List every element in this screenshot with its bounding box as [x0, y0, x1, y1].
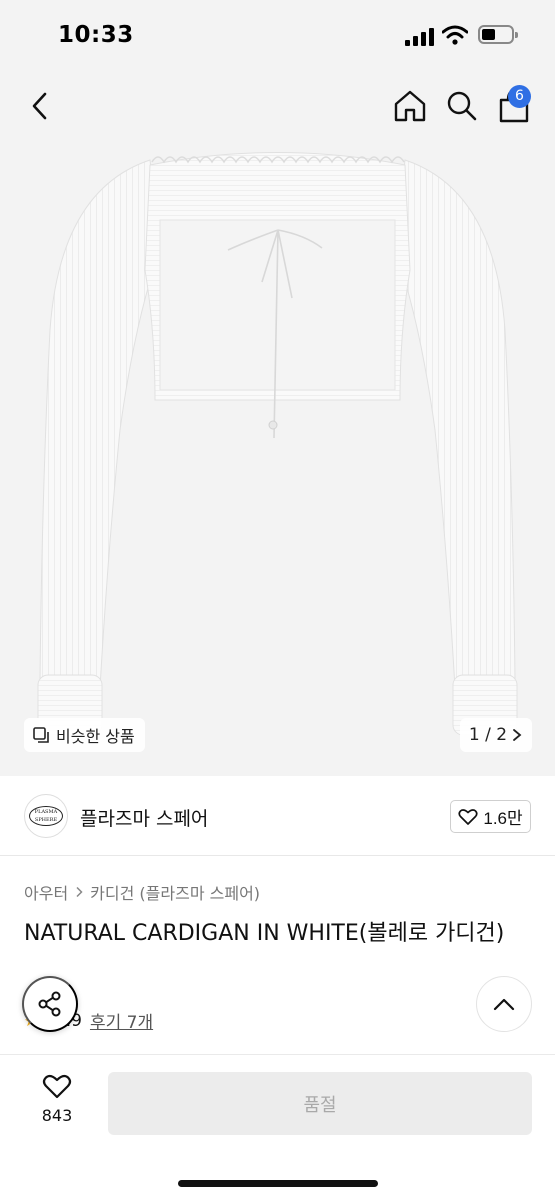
product-image-gallery[interactable] — [0, 70, 555, 776]
brand-name[interactable]: 플라즈마 스페어 — [80, 804, 208, 831]
bottom-action-bar: 843 품절 — [0, 1054, 555, 1200]
scroll-to-top-button[interactable] — [476, 976, 532, 1032]
wishlist-button[interactable]: 843 — [30, 1073, 84, 1135]
share-icon — [38, 991, 61, 1017]
search-button[interactable] — [442, 86, 482, 126]
similar-products-label: 비슷한 상품 — [56, 727, 135, 746]
battery-icon — [478, 25, 518, 44]
brand-row[interactable]: PLASMA SPHERE 플라즈마 스페어 1.6만 — [0, 776, 555, 856]
brand-logo[interactable]: PLASMA SPHERE — [24, 794, 68, 838]
brand-logo-text-top: PLASMA — [34, 809, 58, 815]
product-title: NATURAL CARDIGAN IN WHITE(볼레로 가디건) — [24, 921, 505, 946]
sold-out-button[interactable]: 품절 — [108, 1072, 532, 1135]
top-navigation — [0, 70, 555, 140]
home-indicator — [178, 1180, 378, 1187]
similar-products-button[interactable]: 비슷한 상품 — [24, 718, 145, 752]
brand-logo-text-bottom: SPHERE — [34, 817, 58, 823]
wishlist-count: 843 — [41, 1106, 73, 1125]
brand-like-count: 1.6만 — [483, 809, 523, 828]
chevron-right-icon — [76, 886, 83, 898]
cart-count-badge: 6 — [508, 85, 531, 108]
page-indicator-text: 1 / 2 — [468, 725, 508, 745]
cellular-signal-icon — [405, 28, 435, 46]
breadcrumb-item-cardigan[interactable]: 카디건 (플라즈마 스페어) — [90, 880, 260, 904]
product-photo — [37, 152, 518, 736]
search-icon — [447, 91, 477, 121]
image-page-indicator[interactable]: 1 / 2 — [460, 718, 532, 752]
wifi-icon — [442, 25, 468, 45]
copy-icon — [33, 727, 49, 743]
breadcrumb: 아우터 카디건 (플라즈마 스페어) — [24, 880, 260, 904]
chevron-left-icon — [32, 92, 47, 120]
home-button[interactable] — [390, 86, 430, 126]
home-icon — [394, 90, 426, 122]
reviews-link[interactable]: 후기 7개 — [90, 1008, 153, 1033]
chevron-right-icon — [513, 729, 522, 741]
share-button[interactable] — [22, 976, 78, 1032]
chevron-up-icon — [493, 998, 515, 1011]
brand-like-button[interactable]: 1.6만 — [450, 800, 531, 833]
heart-icon — [458, 808, 478, 825]
heart-icon — [42, 1074, 72, 1099]
breadcrumb-item-outer[interactable]: 아우터 — [24, 880, 68, 904]
status-time: 10:33 — [58, 22, 134, 48]
status-bar: 10:33 — [0, 0, 555, 70]
back-button[interactable] — [22, 88, 58, 124]
